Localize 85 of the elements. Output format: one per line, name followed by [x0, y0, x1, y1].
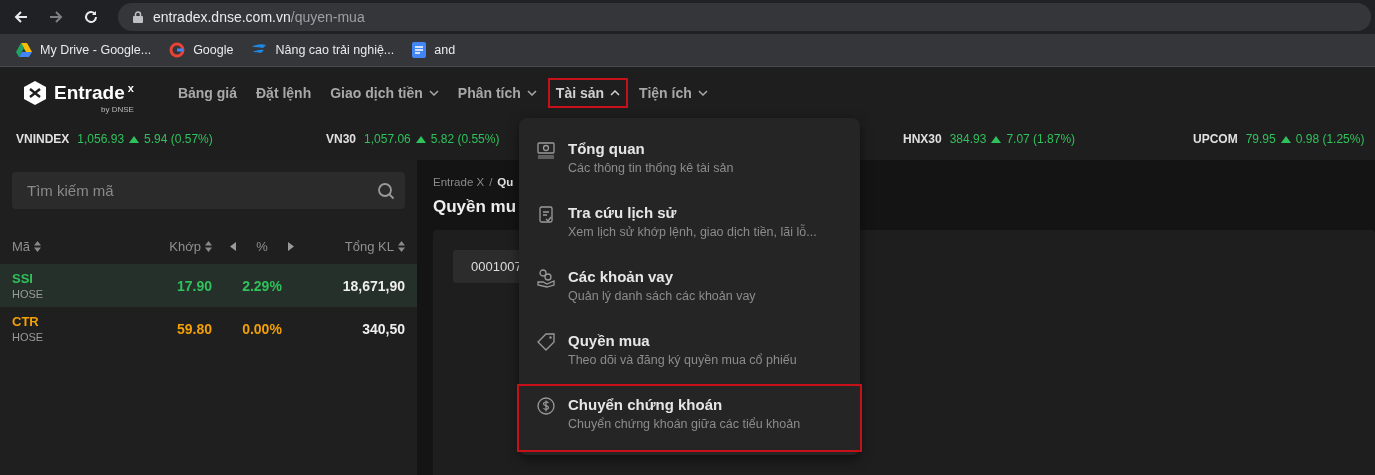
index-change: 7.07 (1.87%) [1006, 132, 1076, 146]
column-header[interactable]: Mã [12, 239, 31, 254]
sort-icon[interactable] [205, 241, 212, 252]
menu-item[interactable]: Quyền mua Theo dõi và đăng ký quyền mua cổ phiếu [519, 322, 860, 386]
menu-item-title: Chuyển chứng khoán [568, 396, 724, 413]
index-value: 79.95 [1245, 132, 1276, 146]
bookmark[interactable]: Nâng cao trải nghiệ... [251, 43, 395, 57]
index-change: 0.98 (1.25%) [1295, 132, 1365, 146]
index-change: 5.94 (0.57%) [144, 132, 213, 146]
caret-icon [526, 89, 537, 96]
tag-icon [536, 332, 556, 352]
reload-icon[interactable] [83, 9, 99, 25]
menu-item-description: Quản lý danh sách các khoản vay [568, 289, 756, 303]
dollar-coin-icon [536, 396, 556, 416]
index-name: HNX30 [903, 132, 942, 146]
percent-cell: 2.29% [242, 277, 282, 294]
menu-item-title: Tổng quan [568, 140, 646, 157]
exchange: HOSE [12, 288, 45, 300]
index-value: 1,057.06 [364, 132, 411, 146]
caret-icon [610, 89, 621, 96]
address-bar[interactable]: entradex.dnse.com.vn/quyen-mua [118, 3, 1371, 31]
watchlist-row[interactable]: SSI HOSE 17.90 2.29% 18,671,90 [0, 264, 417, 307]
breadcrumb-link[interactable]: Qu [497, 176, 514, 188]
nav-item[interactable]: Giao dịch tiền [322, 77, 447, 108]
symbol: SSI [12, 271, 34, 286]
price-cell: 59.80 [176, 320, 212, 337]
search-icon [377, 182, 395, 200]
volume-cell: 340,50 [362, 320, 405, 337]
nav-item[interactable]: Tài sản [547, 77, 629, 108]
bookmark[interactable]: and [412, 42, 456, 58]
search-field[interactable]: Tìm kiếm mã [12, 172, 405, 209]
column-header[interactable]: Tổng KL [344, 239, 394, 254]
menu-item[interactable]: Chuyển chứng khoán Chuyển chứng khoán giữa các tiểu khoản [519, 386, 860, 450]
nav-item[interactable]: Đặt lệnh [248, 77, 320, 108]
logo-icon [22, 79, 48, 106]
menu-item-title: Tra cứu lịch sử [568, 204, 678, 221]
percent-cell: 0.00% [242, 320, 282, 337]
nav-item[interactable]: Phân tích [449, 77, 545, 108]
index-value: 1,056.93 [77, 132, 125, 146]
price-cell: 17.90 [176, 277, 212, 294]
hand-coins-icon [536, 268, 556, 288]
symbol: CTR [12, 314, 40, 329]
up-triangle-icon [991, 135, 1002, 143]
bookmark[interactable]: Google [169, 42, 234, 58]
menu-item[interactable]: Tổng quan Các thông tin thống kê tài sản [519, 130, 860, 194]
menu-item-description: Xem lịch sử khớp lệnh, giao dịch tiền, lãi lỗ... [568, 225, 817, 239]
bookmark[interactable]: My Drive - Google... [16, 43, 152, 57]
nav-item[interactable]: Bảng giá [169, 77, 245, 108]
menu-item-description: Các thông tin thống kê tài sản [568, 161, 734, 175]
cash-icon [536, 140, 556, 160]
index-name: VNINDEX [16, 132, 70, 146]
docs-icon [412, 42, 427, 58]
forward-icon[interactable] [48, 9, 64, 25]
nav-item[interactable]: Tiện ích [631, 77, 716, 108]
up-triangle-icon [1280, 135, 1291, 143]
volume-cell: 18,671,90 [342, 277, 405, 294]
right-triangle-icon[interactable] [287, 242, 294, 251]
clipboard-check-icon [536, 204, 556, 224]
exchange: HOSE [12, 331, 45, 343]
breadcrumb-separator: / [489, 176, 493, 188]
logo-mark: x [127, 81, 134, 94]
index-name: VN30 [326, 132, 357, 146]
sort-icon[interactable] [398, 241, 405, 252]
menu-item-description: Theo dõi và đăng ký quyền mua cổ phiếu [568, 353, 797, 367]
logo-tagline: by DNSE [100, 104, 134, 114]
back-icon[interactable] [13, 9, 29, 25]
up-triangle-icon [129, 135, 140, 143]
logo-text: Entrade [54, 81, 125, 104]
watchlist-row[interactable]: CTR HOSE 59.80 0.00% 340,50 [0, 307, 417, 350]
column-header[interactable]: Khớp [169, 239, 201, 254]
menu-item-title: Các khoản vay [568, 268, 675, 285]
index-name: UPCOM [1193, 132, 1238, 146]
page-title: Quyền mu [433, 197, 517, 217]
column-header: % [256, 239, 268, 254]
caret-icon [697, 89, 708, 96]
menu-item-title: Quyền mua [568, 332, 651, 349]
sort-icon[interactable] [34, 241, 42, 252]
index-value: 384.93 [949, 132, 987, 146]
up-triangle-icon [415, 135, 426, 143]
index-change: 5.82 (0.55%) [430, 132, 500, 146]
left-triangle-icon[interactable] [230, 242, 237, 251]
caret-icon [428, 89, 439, 96]
lock-icon [133, 11, 143, 23]
breadcrumb-link[interactable]: Entrade X [433, 176, 485, 188]
menu-item-description: Chuyển chứng khoán giữa các tiểu khoản [568, 417, 801, 431]
